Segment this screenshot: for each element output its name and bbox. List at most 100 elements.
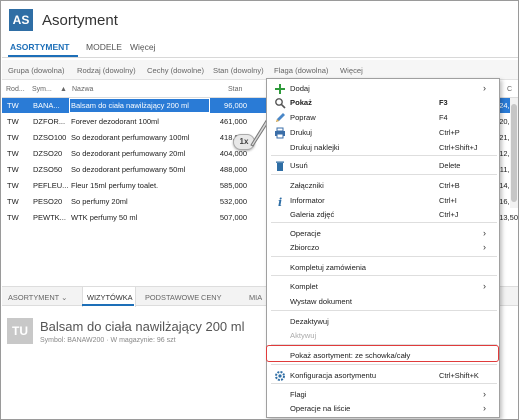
scrollbar-thumb[interactable] — [511, 104, 517, 202]
cell-symbol: PEFLEU... — [33, 181, 69, 190]
column-header-rodzaj[interactable]: Rod... — [6, 86, 25, 93]
cell-nazwa: So perfumy 20ml — [71, 197, 128, 206]
cell-nazwa: So dezodorant perfumowany 20ml — [71, 149, 186, 158]
cell-rodzaj: TW — [7, 117, 19, 126]
menu-separator — [271, 310, 497, 311]
menu-separator — [271, 222, 497, 223]
printer-icon — [274, 127, 286, 139]
menu-item-label: Konfiguracja asortymentu — [290, 371, 377, 380]
cell-stan: 488,000 — [219, 165, 247, 174]
column-header-nazwa[interactable]: Nazwa — [72, 86, 93, 93]
menu-item-label: Komplet — [290, 282, 318, 291]
column-header-cena[interactable]: C — [507, 86, 512, 93]
menu-separator — [271, 155, 497, 156]
cell-rodzaj: TW — [7, 181, 19, 190]
cell-symbol: DZSO100 — [33, 133, 67, 142]
menu-item-informator[interactable]: i Informator Ctrl+I — [267, 194, 499, 209]
vertical-scrollbar[interactable] — [510, 98, 518, 208]
cell-stan: 585,000 — [219, 181, 247, 190]
menu-item-label: Galeria zdjęć — [290, 210, 335, 219]
highlight-box — [266, 345, 499, 362]
menu-item-label: Aktywuj — [290, 331, 317, 340]
menu-item-usun[interactable]: Usuń Delete — [267, 159, 499, 173]
search-icon — [274, 97, 286, 109]
menu-item-popraw[interactable]: Popraw F4 — [267, 111, 499, 125]
active-tab-indicator — [8, 55, 78, 57]
chevron-right-icon: › — [483, 403, 486, 413]
sort-asc-icon: ▲ — [60, 86, 67, 93]
menu-item-dodaj[interactable]: Dodaj › — [267, 82, 499, 96]
menu-item-pokaz[interactable]: Pokaż F3 — [267, 96, 499, 110]
type-badge: TU — [7, 318, 33, 344]
menu-separator — [271, 174, 497, 175]
menu-item-shortcut: F4 — [439, 113, 448, 122]
page-title: Asortyment — [42, 12, 118, 29]
detail-tab-asortyment[interactable]: ASORTYMENT ⌄ — [8, 293, 67, 302]
menu-item-shortcut: Ctrl+Shift+J — [439, 143, 478, 152]
cell-symbol: DZSO20 — [33, 149, 63, 158]
chevron-right-icon: › — [483, 83, 486, 93]
menu-item-zaaczniki[interactable]: Załączniki Ctrl+B — [267, 179, 499, 193]
menu-item-label: Drukuj naklejki — [290, 143, 340, 152]
menu-item-operacje-na-liscie[interactable]: Operacje na liście › — [267, 402, 499, 416]
gear-icon — [274, 370, 286, 382]
tab-asortyment[interactable]: ASORTYMENT — [10, 42, 70, 52]
menu-item-label: Kompletuj zamówienia — [290, 263, 366, 272]
menu-item-flagi[interactable]: Flagi › — [267, 388, 499, 402]
menu-item-galeria-zdjec[interactable]: Galeria zdjęć Ctrl+J — [267, 208, 499, 222]
cell-rodzaj: TW — [7, 133, 19, 142]
detail-tab-mia[interactable]: MIA — [249, 293, 262, 302]
chevron-right-icon: › — [483, 281, 486, 291]
menu-item-drukuj[interactable]: Drukuj Ctrl+P — [267, 126, 499, 140]
column-header-stan[interactable]: Stan — [228, 86, 242, 93]
detail-tab-wizytowka[interactable]: WIZYTÓWKA — [87, 293, 133, 302]
filter-grupa[interactable]: Grupa (dowolna) — [8, 66, 65, 75]
filter-stan[interactable]: Stan (dowolny) — [213, 66, 264, 75]
menu-item-label: Usuń — [290, 161, 308, 170]
filter-flaga[interactable]: Flaga (dowolna) — [274, 66, 328, 75]
trash-icon — [274, 160, 286, 172]
menu-item-drukuj-naklejki[interactable]: Drukuj naklejki Ctrl+Shift+J — [267, 141, 499, 155]
cell-nazwa: So dezodorant perfumowany 50ml — [71, 165, 186, 174]
filter-rodzaj[interactable]: Rodzaj (dowolny) — [77, 66, 136, 75]
menu-item-kompletuj-zamowienia[interactable]: Kompletuj zamówienia — [267, 261, 499, 275]
menu-item-dezaktywuj[interactable]: Dezaktywuj — [267, 315, 499, 329]
menu-separator — [271, 275, 497, 276]
cell-symbol: DZSO50 — [33, 165, 63, 174]
menu-item-komplet[interactable]: Komplet › — [267, 280, 499, 294]
menu-separator — [271, 364, 497, 365]
tab-wiecej[interactable]: Więcej — [130, 42, 156, 52]
context-menu: Dodaj › Pokaż F3 Popraw F4 Drukuj Ctrl+P Drukuj … — [266, 78, 500, 418]
menu-item-shortcut: Ctrl+Shift+K — [439, 371, 479, 380]
app-window: AS Asortyment ASORTYMENT MODELE Więcej G… — [0, 0, 519, 420]
filter-wiecej[interactable]: Więcej — [340, 66, 363, 75]
cell-symbol: PEWTK... — [33, 213, 66, 222]
tab-modele[interactable]: MODELE — [86, 42, 122, 52]
detail-tab-ceny[interactable]: CENY — [201, 293, 222, 302]
detail-tab-podstawowe[interactable]: PODSTAWOWE — [145, 293, 199, 302]
cell-symbol: BANA... — [33, 101, 60, 110]
menu-item-label: Operacje — [290, 229, 321, 238]
menu-item-zbiorczo[interactable]: Zbiorczo › — [267, 241, 499, 255]
cell-stan: 461,000 — [219, 117, 247, 126]
info-icon: i — [274, 195, 286, 209]
menu-item-shortcut: Delete — [439, 161, 461, 170]
menu-item-konfiguracja-asortymentu[interactable]: Konfiguracja asortymentu Ctrl+Shift+K — [267, 369, 499, 383]
menu-item-label: Drukuj — [290, 128, 312, 137]
cell-stan: 507,000 — [219, 213, 247, 222]
menu-item-aktywuj: Aktywuj — [267, 329, 499, 343]
pencil-icon — [274, 112, 286, 124]
cell-rodzaj: TW — [7, 149, 19, 158]
menu-item-label: Flagi — [290, 390, 307, 399]
app-badge: AS — [9, 9, 33, 31]
chevron-down-icon: ⌄ — [61, 293, 68, 302]
chevron-right-icon: › — [483, 389, 486, 399]
menu-item-operacje[interactable]: Operacje › — [267, 227, 499, 241]
cell-symbol: PESO20 — [33, 197, 63, 206]
column-header-symbol[interactable]: Sym... — [32, 86, 52, 93]
cell-nazwa: So dezodorant perfumowany 100ml — [71, 133, 190, 142]
filter-cechy[interactable]: Cechy (dowolne) — [147, 66, 204, 75]
main-tabs: ASORTYMENT MODELE Więcej — [2, 39, 518, 58]
menu-item-wystaw-dokument[interactable]: Wystaw dokument — [267, 295, 499, 309]
detail-subtitle: Symbol: BANAW200 · W magazynie: 96 szt — [40, 337, 176, 344]
